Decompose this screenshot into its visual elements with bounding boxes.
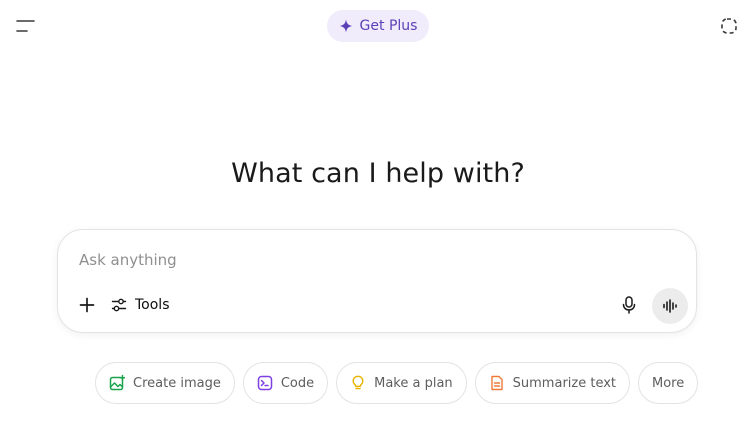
suggestion-label: Summarize text <box>512 375 617 391</box>
suggestion-create-image[interactable]: Create image <box>95 362 235 404</box>
suggestion-label: More <box>652 375 685 391</box>
attach-button[interactable] <box>74 292 100 318</box>
suggestion-summarize-text[interactable]: Summarize text <box>474 362 631 404</box>
terminal-icon <box>257 375 273 391</box>
lightbulb-icon <box>352 375 364 390</box>
plus-icon <box>79 297 95 313</box>
suggestion-label: Create image <box>133 375 221 391</box>
suggestion-code[interactable]: Code <box>242 362 329 404</box>
tools-label: Tools <box>135 297 170 313</box>
page-title: What can I help with? <box>231 158 525 189</box>
sidebar-toggle-button[interactable] <box>12 12 40 40</box>
temporary-chat-button[interactable] <box>715 12 743 40</box>
voice-waveform-icon <box>663 299 677 313</box>
prompt-input[interactable] <box>79 248 639 272</box>
suggestion-more[interactable]: More <box>638 362 699 404</box>
tools-button[interactable]: Tools <box>111 292 170 318</box>
dashed-circle-icon <box>721 18 737 34</box>
chat-home-page: Get Plus What can I help with? Tools <box>0 0 756 432</box>
sliders-icon <box>111 298 127 312</box>
suggestion-label: Make a plan <box>374 375 453 391</box>
sparkle-icon <box>339 19 353 33</box>
microphone-icon <box>622 296 636 314</box>
dictate-button[interactable] <box>616 292 642 318</box>
suggestion-make-a-plan[interactable]: Make a plan <box>336 362 467 404</box>
prompt-composer: Tools <box>57 229 697 333</box>
document-icon <box>490 375 503 391</box>
sidebar-menu-icon <box>16 20 35 32</box>
get-plus-label: Get Plus <box>359 18 418 34</box>
suggestion-chips: Create image Code Make a plan Summarize … <box>95 362 699 404</box>
get-plus-button[interactable]: Get Plus <box>327 10 429 42</box>
voice-mode-button[interactable] <box>652 288 688 324</box>
suggestion-label: Code <box>280 375 315 391</box>
image-icon <box>109 375 125 391</box>
